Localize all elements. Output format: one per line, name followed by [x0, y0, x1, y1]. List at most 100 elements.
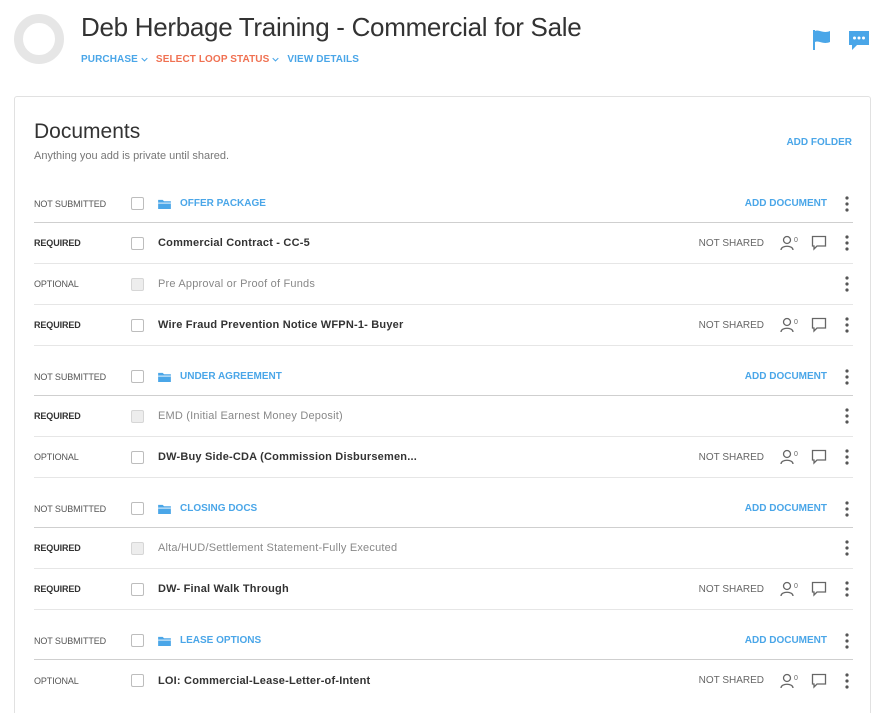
document-row: OPTIONAL LOI: Commercial-Lease-Letter-of-…	[34, 660, 853, 701]
share-status: NOT SHARED	[698, 451, 764, 463]
folder-name[interactable]: UNDER AGREEMENT	[180, 371, 282, 382]
loop-subnav: PURCHASE SELECT LOOP STATUS VIEW DETAILS	[81, 54, 359, 65]
document-name[interactable]: Commercial Contract - CC-5	[158, 237, 310, 249]
row-checkbox	[131, 277, 144, 291]
flag-icon[interactable]	[810, 28, 834, 52]
loop-status-label: SELECT LOOP STATUS	[155, 54, 270, 65]
more-vertical-icon[interactable]	[844, 580, 850, 598]
documents-card: Documents Anything you add is private un…	[14, 96, 871, 713]
documents-title: Documents	[34, 120, 141, 143]
document-name[interactable]: Wire Fraud Prevention Notice WFPN-1- Buy…	[158, 319, 403, 331]
row-checkbox[interactable]	[131, 236, 144, 250]
row-checkbox	[131, 409, 144, 423]
row-checkbox[interactable]	[131, 634, 144, 647]
more-vertical-icon[interactable]	[844, 316, 850, 334]
share-status: NOT SHARED	[698, 675, 764, 686]
page-header: Deb Herbage Training - Commercial for Sa…	[0, 0, 882, 96]
folder-row: NOT SUBMITTED OFFER PACKAGE ADD DOCUMENT	[34, 185, 853, 223]
folder-icon	[158, 504, 171, 514]
add-document-button[interactable]: ADD DOCUMENT	[745, 635, 827, 646]
documents-subtitle: Anything you add is private until shared…	[34, 150, 230, 162]
svg-text:0: 0	[794, 583, 798, 590]
share-status: NOT SHARED	[698, 319, 764, 331]
document-row: REQUIRED DW- Final Walk Through NOT SHARED…	[34, 569, 853, 610]
row-checkbox[interactable]	[131, 502, 144, 515]
document-name[interactable]: Pre Approval or Proof of Funds	[158, 278, 315, 290]
view-details-label: VIEW DETAILS	[287, 54, 359, 65]
status-label: OPTIONAL	[34, 675, 79, 686]
status-label: REQUIRED	[34, 543, 81, 553]
more-vertical-icon[interactable]	[844, 500, 850, 518]
comment-icon[interactable]	[811, 581, 827, 597]
row-checkbox[interactable]	[131, 582, 144, 596]
row-checkbox[interactable]	[131, 674, 144, 687]
loop-status-dropdown[interactable]: SELECT LOOP STATUS	[155, 54, 280, 65]
page-title: Deb Herbage Training - Commercial for Sa…	[81, 12, 582, 42]
share-people-icon[interactable]: 0	[780, 581, 800, 597]
folder-name[interactable]: CLOSING DOCS	[180, 503, 257, 514]
status-label: NOT SUBMITTED	[34, 503, 107, 514]
share-people-icon[interactable]: 0	[780, 449, 800, 465]
document-row: REQUIRED EMD (Initial Earnest Money Depos…	[34, 396, 853, 437]
comment-icon[interactable]	[811, 317, 827, 333]
chat-icon[interactable]	[847, 28, 871, 52]
document-name[interactable]: EMD (Initial Earnest Money Deposit)	[158, 410, 343, 422]
document-row: REQUIRED Alta/HUD/Settlement Statement-Fu…	[34, 528, 853, 569]
chevron-down-icon	[141, 57, 148, 62]
chevron-down-icon	[272, 57, 280, 62]
add-document-button[interactable]: ADD DOCUMENT	[745, 371, 827, 382]
row-checkbox[interactable]	[131, 370, 144, 383]
purchase-dropdown[interactable]: PURCHASE	[81, 54, 148, 65]
status-label: OPTIONAL	[34, 279, 79, 289]
row-checkbox[interactable]	[131, 318, 144, 332]
comment-icon[interactable]	[811, 673, 827, 689]
add-document-button[interactable]: ADD DOCUMENT	[745, 503, 827, 514]
svg-text:0: 0	[794, 451, 798, 458]
share-people-icon[interactable]: 0	[780, 317, 800, 333]
more-vertical-icon[interactable]	[844, 632, 850, 650]
document-row: OPTIONAL Pre Approval or Proof of Funds	[34, 264, 853, 305]
status-label: OPTIONAL	[34, 452, 79, 462]
more-vertical-icon[interactable]	[844, 195, 850, 213]
documents-list: NOT SUBMITTED OFFER PACKAGE ADD DOCUMENT RE…	[34, 185, 853, 701]
add-document-button[interactable]: ADD DOCUMENT	[745, 198, 827, 209]
status-label: REQUIRED	[34, 411, 81, 421]
more-vertical-icon[interactable]	[844, 539, 850, 557]
more-vertical-icon[interactable]	[844, 368, 850, 386]
more-vertical-icon[interactable]	[844, 407, 850, 425]
folder-name[interactable]: LEASE OPTIONS	[180, 635, 261, 646]
document-row: REQUIRED Wire Fraud Prevention Notice WFP…	[34, 305, 853, 346]
view-details-link[interactable]: VIEW DETAILS	[287, 54, 359, 65]
row-checkbox[interactable]	[131, 450, 144, 464]
more-vertical-icon[interactable]	[844, 234, 850, 252]
status-label: NOT SUBMITTED	[34, 635, 107, 646]
document-row: REQUIRED Commercial Contract - CC-5 NOT SH…	[34, 223, 853, 264]
share-people-icon[interactable]: 0	[780, 235, 800, 251]
share-people-icon[interactable]: 0	[780, 673, 800, 689]
row-checkbox	[131, 541, 144, 555]
status-label: REQUIRED	[34, 320, 81, 330]
more-vertical-icon[interactable]	[844, 672, 850, 690]
more-vertical-icon[interactable]	[844, 448, 850, 466]
comment-icon[interactable]	[811, 449, 827, 465]
status-label: REQUIRED	[34, 238, 81, 248]
document-name[interactable]: DW-Buy Side-CDA (Commission Disbursemen.…	[158, 451, 417, 463]
svg-text:0: 0	[794, 237, 798, 244]
folder-icon	[158, 199, 171, 209]
loop-avatar[interactable]	[14, 14, 64, 64]
document-name[interactable]: LOI: Commercial-Lease-Letter-of-Intent	[158, 675, 370, 687]
status-label: REQUIRED	[34, 584, 81, 594]
folder-name[interactable]: OFFER PACKAGE	[180, 198, 266, 209]
more-vertical-icon[interactable]	[844, 275, 850, 293]
folder-row: NOT SUBMITTED UNDER AGREEMENT ADD DOCUMENT	[34, 358, 853, 396]
comment-icon[interactable]	[811, 235, 827, 251]
add-folder-button[interactable]: ADD FOLDER	[786, 137, 852, 148]
folder-row: NOT SUBMITTED CLOSING DOCS ADD DOCUMENT	[34, 490, 853, 528]
document-name[interactable]: Alta/HUD/Settlement Statement-Fully Exec…	[158, 542, 397, 554]
share-status: NOT SHARED	[698, 237, 764, 249]
folder-icon	[158, 636, 171, 646]
folder-row: NOT SUBMITTED LEASE OPTIONS ADD DOCUMENT	[34, 622, 853, 660]
document-name[interactable]: DW- Final Walk Through	[158, 583, 289, 595]
purchase-label: PURCHASE	[81, 54, 138, 65]
row-checkbox[interactable]	[131, 197, 144, 210]
